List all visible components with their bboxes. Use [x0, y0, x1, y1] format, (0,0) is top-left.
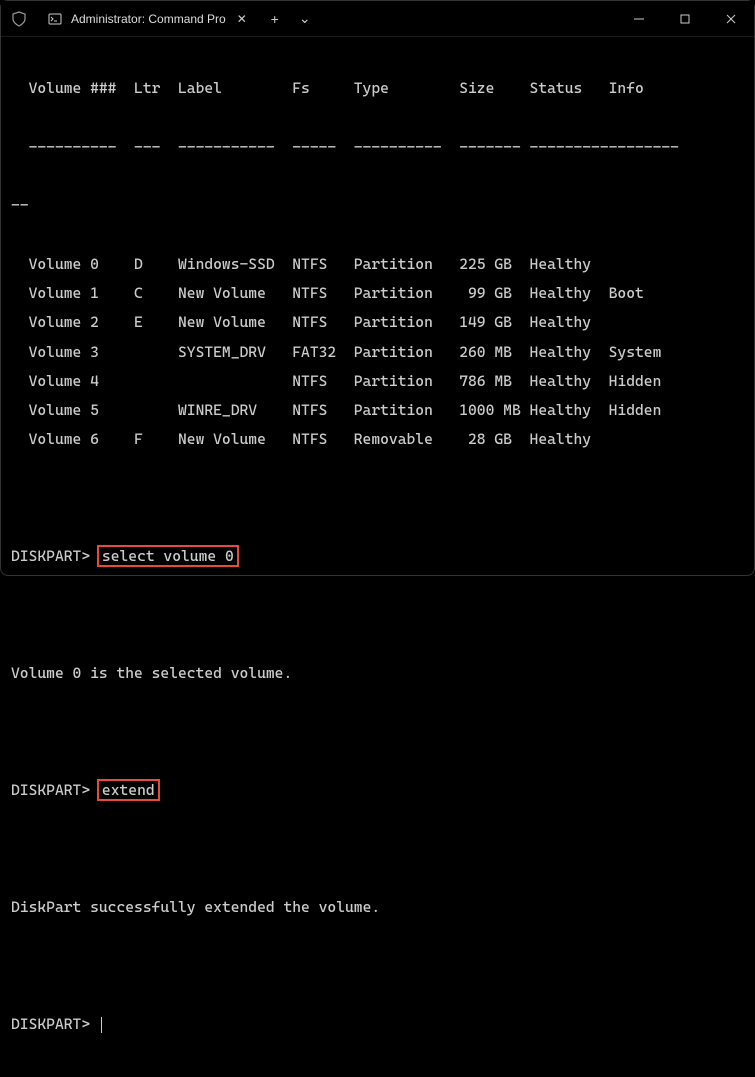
cell-label: Windows-SSD: [178, 250, 292, 279]
cell-status: Healthy: [530, 250, 609, 279]
blank-line: [11, 952, 744, 981]
cell-label: WINRE_DRV: [178, 396, 292, 425]
cell-size: 28 GB: [459, 425, 529, 454]
cell-fs: NTFS: [292, 279, 354, 308]
prompt-line-3: DISKPART>: [11, 1010, 744, 1039]
cell-status: Healthy: [530, 425, 609, 454]
minimize-button[interactable]: [616, 1, 662, 37]
active-tab[interactable]: Administrator: Command Pro ✕: [37, 2, 260, 36]
cell-type: Partition: [354, 396, 459, 425]
tab-title: Administrator: Command Pro: [71, 12, 226, 26]
table-divider-tail: --: [11, 191, 744, 220]
cell-info: Hidden: [609, 396, 662, 425]
cell-size: 1000 MB: [459, 396, 529, 425]
table-row: Volume 0DWindows-SSDNTFSPartition225 GBH…: [11, 250, 744, 279]
blank-line: [11, 718, 744, 747]
maximize-button[interactable]: [662, 1, 708, 37]
table-row: Volume 5 WINRE_DRVNTFSPartition1000 MBHea…: [11, 396, 744, 425]
cell-volume: Volume 3: [29, 338, 134, 367]
titlebar: Administrator: Command Pro ✕ + ⌄: [1, 1, 754, 37]
cell-size: 786 MB: [459, 367, 529, 396]
cell-fs: NTFS: [292, 308, 354, 337]
cell-type: Partition: [354, 308, 459, 337]
cell-status: Healthy: [530, 367, 609, 396]
table-row: Volume 1CNew VolumeNTFSPartition99 GBHea…: [11, 279, 744, 308]
diskpart-prompt: DISKPART>: [11, 1015, 90, 1033]
cell-fs: NTFS: [292, 367, 354, 396]
cell-volume: Volume 6: [29, 425, 134, 454]
cell-fs: FAT32: [292, 338, 354, 367]
cell-size: 99 GB: [459, 279, 529, 308]
col-header-volume: Volume ###: [29, 74, 134, 103]
cell-volume: Volume 5: [29, 396, 134, 425]
command-extend: extend: [99, 781, 158, 799]
cell-size: 260 MB: [459, 338, 529, 367]
cell-ltr: C: [134, 279, 178, 308]
prompt-line-2: DISKPART> extend: [11, 776, 744, 805]
blank-line: [11, 835, 744, 864]
text-cursor: [101, 1017, 102, 1033]
new-tab-button[interactable]: +: [260, 4, 290, 34]
cell-ltr: E: [134, 308, 178, 337]
cell-fs: NTFS: [292, 396, 354, 425]
col-header-info: Info: [609, 74, 644, 103]
cell-volume: Volume 1: [29, 279, 134, 308]
table-row: Volume 2ENew VolumeNTFSPartition149 GBHe…: [11, 308, 744, 337]
tab-dropdown-button[interactable]: ⌄: [290, 4, 320, 34]
cell-size: 225 GB: [459, 250, 529, 279]
cell-status: Healthy: [530, 396, 609, 425]
command-select-volume: select volume 0: [99, 547, 237, 565]
cell-label: New Volume: [178, 425, 292, 454]
cell-type: Partition: [354, 250, 459, 279]
cell-fs: NTFS: [292, 425, 354, 454]
cell-label: New Volume: [178, 308, 292, 337]
col-header-size: Size: [459, 74, 529, 103]
col-header-status: Status: [530, 74, 609, 103]
cell-type: Removable: [354, 425, 459, 454]
cell-size: 149 GB: [459, 308, 529, 337]
cell-volume: Volume 0: [29, 250, 134, 279]
tab-region: Administrator: Command Pro ✕ + ⌄: [1, 1, 320, 36]
table-row: Volume 3 SYSTEM_DRVFAT32Partition260 MBHe…: [11, 338, 744, 367]
table-row: Volume 4 NTFSPartition786 MBHealthyHidden: [11, 367, 744, 396]
cell-ltr: D: [134, 250, 178, 279]
cell-status: Healthy: [530, 338, 609, 367]
cell-label: New Volume: [178, 279, 292, 308]
cell-type: Partition: [354, 367, 459, 396]
diskpart-prompt: DISKPART>: [11, 781, 90, 799]
col-header-fs: Fs: [292, 74, 354, 103]
prompt-line-1: DISKPART> select volume 0: [11, 542, 744, 571]
response-2: DiskPart successfully extended the volum…: [11, 893, 744, 922]
diskpart-prompt: DISKPART>: [11, 547, 90, 565]
table-row: Volume 6FNew VolumeNTFSRemovable28 GBHea…: [11, 425, 744, 454]
response-1: Volume 0 is the selected volume.: [11, 659, 744, 688]
cell-volume: Volume 4: [29, 367, 134, 396]
cell-status: Healthy: [530, 308, 609, 337]
terminal-output[interactable]: Volume ###LtrLabelFsTypeSizeStatusInfo -…: [1, 37, 754, 1077]
cell-info: System: [609, 338, 662, 367]
col-header-label: Label: [178, 74, 292, 103]
table-divider-row: ----------------------------------------…: [11, 133, 744, 162]
cell-label: SYSTEM_DRV: [178, 338, 292, 367]
col-header-ltr: Ltr: [134, 74, 178, 103]
tab-close-button[interactable]: ✕: [234, 11, 250, 27]
cell-status: Healthy: [530, 279, 609, 308]
cell-volume: Volume 2: [29, 308, 134, 337]
cell-ltr: F: [134, 425, 178, 454]
cell-type: Partition: [354, 338, 459, 367]
cell-info: Boot: [609, 279, 644, 308]
cell-fs: NTFS: [292, 250, 354, 279]
window-controls: [616, 1, 754, 36]
close-button[interactable]: [708, 1, 754, 37]
blank-line: [11, 484, 744, 513]
col-header-type: Type: [354, 74, 459, 103]
table-header-row: Volume ###LtrLabelFsTypeSizeStatusInfo: [11, 74, 744, 103]
cell-type: Partition: [354, 279, 459, 308]
shield-icon: [1, 1, 37, 36]
blank-line: [11, 601, 744, 630]
cell-info: Hidden: [609, 367, 662, 396]
terminal-icon: [47, 11, 63, 27]
